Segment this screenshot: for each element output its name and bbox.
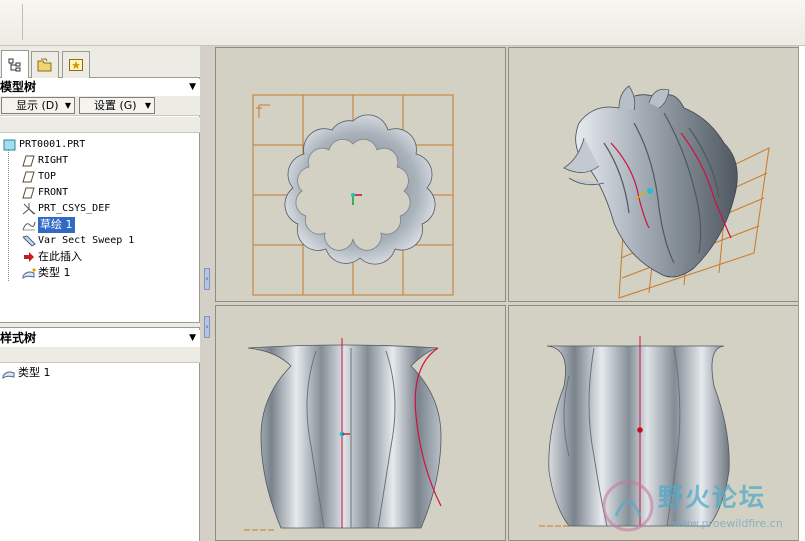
viewport-front-view[interactable] [215, 305, 506, 541]
display-button-label: 显示 (D) [16, 99, 59, 112]
datum-plane-icon [22, 155, 35, 167]
tab-model-tree[interactable] [1, 50, 29, 78]
tree-item-label: 类型 1 [38, 266, 71, 279]
isometric-drawing [563, 85, 770, 299]
vase-front-silhouette [247, 344, 442, 529]
tree-item-label: Var Sect Sweep 1 [38, 235, 135, 246]
tree-item-label: RIGHT [38, 155, 69, 166]
expand-right-arrow-icon[interactable]: › [204, 316, 210, 338]
sweep-icon [22, 235, 36, 247]
tree-item-label: 草绘 1 [38, 217, 75, 233]
model-tree-buttons: 显示 (D) ▼ 设置 (G) ▼ [0, 96, 200, 116]
toolbar-separator [22, 4, 23, 40]
datum-plane-icon [22, 171, 35, 183]
sketch-icon [22, 221, 36, 231]
vase-3d-model [563, 85, 738, 278]
collapse-arrow-icon[interactable]: ▼ [189, 79, 196, 96]
tree-item-label: PRT_CSYS_DEF [38, 203, 111, 214]
folder-icon [37, 58, 52, 72]
tree-item-label: PRT0001.PRT [19, 139, 86, 150]
style-tree-header: 样式树 ▼ [0, 330, 200, 347]
watermark-url: www.proewildfire.cn [672, 517, 783, 530]
model-tree-title: 模型树 [0, 80, 37, 94]
right-toolbar-strip [798, 46, 805, 541]
tree-item-label: 类型 1 [18, 366, 51, 379]
top-toolbar [0, 0, 805, 46]
tree-item-label: 在此插入 [38, 250, 82, 263]
tree-column-band [0, 117, 200, 133]
watermark-name: 野火论坛 [658, 483, 767, 512]
part-icon [3, 139, 16, 151]
favorites-star-icon [69, 59, 83, 71]
tree-connector [8, 147, 9, 281]
tab-favorites[interactable] [62, 51, 90, 78]
panel-splitter[interactable]: ‹ › [201, 46, 214, 541]
top-view-drawing [252, 94, 454, 296]
datum-plane-icon [22, 187, 35, 199]
style-icon [2, 371, 15, 379]
settings-button-label: 设置 (G) [94, 99, 137, 112]
style-tree-title: 样式树 [0, 331, 37, 345]
insert-arrow-icon [24, 252, 34, 262]
pro-engineer-window: 模型树 ▼ 显示 (D) ▼ 设置 (G) ▼ PRT0001.PRT RIGH… [0, 0, 805, 541]
settings-button[interactable]: 设置 (G) ▼ [79, 97, 155, 114]
style-icon [22, 268, 36, 279]
panel-divider[interactable] [0, 322, 200, 328]
navigator-panel: 模型树 ▼ 显示 (D) ▼ 设置 (G) ▼ PRT0001.PRT RIGH… [0, 46, 200, 541]
model-tree-header: 模型树 ▼ [0, 79, 200, 96]
tree-item-label: FRONT [38, 187, 69, 198]
style-tree-column-band [0, 347, 200, 363]
display-button[interactable]: 显示 (D) ▼ [1, 97, 75, 114]
front-view-drawing [244, 338, 442, 531]
dropdown-arrow-icon: ▼ [144, 101, 151, 110]
origin-point-icon [647, 188, 653, 194]
navigator-tabs [0, 46, 200, 78]
collapse-arrow-icon[interactable]: ▼ [189, 330, 196, 347]
csys-icon [22, 203, 36, 215]
viewport-isometric-view[interactable] [508, 47, 801, 302]
forum-watermark: 野火论坛 www.proewildfire.cn [594, 470, 805, 541]
collapse-left-arrow-icon[interactable]: ‹ [204, 268, 210, 290]
viewport-top-view[interactable] [215, 47, 506, 302]
dropdown-arrow-icon: ▼ [64, 101, 71, 110]
watermark-logo-icon [602, 480, 654, 532]
tree-item-label: TOP [38, 171, 57, 182]
model-tree-icon [8, 58, 21, 71]
tab-folder-browser[interactable] [31, 51, 59, 78]
origin-point-icon [637, 427, 643, 433]
